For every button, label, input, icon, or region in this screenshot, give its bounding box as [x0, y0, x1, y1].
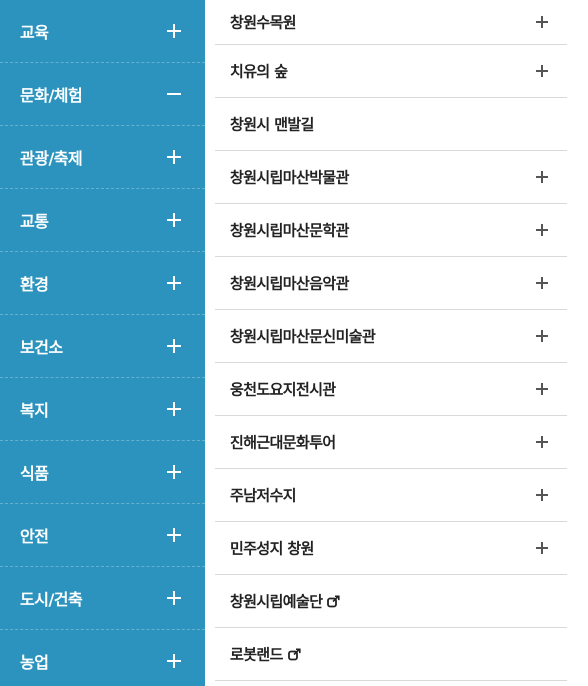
- submenu-label: 치유의 숲: [230, 62, 288, 81]
- category-label: 도시/건축: [20, 590, 83, 609]
- category-item-health-center[interactable]: 보건소: [0, 315, 205, 378]
- category-item-culture[interactable]: 문화/체험: [0, 63, 205, 126]
- category-item-urban-architecture[interactable]: 도시/건축: [0, 567, 205, 630]
- plus-icon[interactable]: [167, 402, 181, 416]
- submenu-item[interactable]: 주남저수지: [215, 469, 567, 522]
- category-label: 환경: [20, 275, 49, 294]
- category-item-tourism[interactable]: 관광/축제: [0, 126, 205, 189]
- submenu-label: 창원시립마산음악관: [230, 274, 349, 293]
- category-item-agriculture[interactable]: 농업: [0, 630, 205, 686]
- submenu-item[interactable]: 창원시립마산음악관: [215, 257, 567, 310]
- category-label: 식품: [20, 464, 49, 483]
- category-label: 보건소: [20, 338, 63, 357]
- plus-icon[interactable]: [536, 171, 548, 183]
- plus-icon[interactable]: [536, 277, 548, 289]
- plus-icon[interactable]: [167, 150, 181, 164]
- submenu-item[interactable]: 민주성지 창원: [215, 522, 567, 575]
- plus-icon[interactable]: [536, 436, 548, 448]
- plus-icon[interactable]: [536, 16, 548, 28]
- plus-icon[interactable]: [167, 654, 181, 668]
- external-link-icon: [287, 648, 301, 660]
- category-label: 관광/축제: [20, 149, 83, 168]
- category-label: 교통: [20, 212, 49, 231]
- submenu-culture: 창원수목원 치유의 숲 창원시 맨발길 창원시립마산박물관 창원시립마산문학관 …: [215, 0, 567, 681]
- category-label: 안전: [20, 527, 49, 546]
- plus-icon[interactable]: [536, 65, 548, 77]
- minus-icon[interactable]: [167, 87, 181, 101]
- submenu-label-wrap: 창원시립예술단: [230, 591, 341, 612]
- plus-icon[interactable]: [167, 276, 181, 290]
- category-label: 교육: [20, 23, 49, 42]
- plus-icon[interactable]: [536, 383, 548, 395]
- submenu-label: 로봇랜드: [230, 645, 283, 664]
- submenu-label: 웅천도요지전시관: [230, 380, 336, 399]
- submenu-label: 진해근대문화투어: [230, 433, 336, 452]
- submenu-item-external[interactable]: 창원시립예술단: [215, 575, 567, 628]
- plus-icon[interactable]: [536, 542, 548, 554]
- plus-icon[interactable]: [167, 465, 181, 479]
- submenu-label: 창원시립예술단: [230, 592, 323, 611]
- category-item-traffic[interactable]: 교통: [0, 189, 205, 252]
- submenu-label: 창원수목원: [230, 13, 297, 32]
- category-label: 복지: [20, 401, 49, 420]
- submenu-item[interactable]: 치유의 숲: [215, 45, 567, 98]
- category-label: 문화/체험: [20, 86, 83, 105]
- submenu-item[interactable]: 진해근대문화투어: [215, 416, 567, 469]
- submenu-item-external[interactable]: 로봇랜드: [215, 628, 567, 681]
- category-item-environment[interactable]: 환경: [0, 252, 205, 315]
- submenu-label: 창원시 맨발길: [230, 115, 314, 134]
- submenu-label: 창원시립마산박물관: [230, 168, 349, 187]
- category-menu: 교육 문화/체험 관광/축제 교통 환경 보건소 복지 식품 안전 도시/건축 …: [0, 0, 205, 686]
- plus-icon[interactable]: [167, 528, 181, 542]
- submenu-label-wrap: 로봇랜드: [230, 644, 301, 665]
- plus-icon[interactable]: [536, 489, 548, 501]
- submenu-label: 주남저수지: [230, 486, 297, 505]
- category-item-safety[interactable]: 안전: [0, 504, 205, 567]
- submenu-item[interactable]: 창원시립마산박물관: [215, 151, 567, 204]
- plus-icon[interactable]: [167, 339, 181, 353]
- plus-icon[interactable]: [536, 330, 548, 342]
- submenu-label: 창원시립마산문신미술관: [230, 327, 376, 346]
- submenu-item[interactable]: 창원시립마산문신미술관: [215, 310, 567, 363]
- submenu-item[interactable]: 창원시 맨발길: [215, 98, 567, 151]
- submenu-label: 민주성지 창원: [230, 539, 314, 558]
- category-label: 농업: [20, 653, 49, 672]
- category-item-food[interactable]: 식품: [0, 441, 205, 504]
- category-item-welfare[interactable]: 복지: [0, 378, 205, 441]
- external-link-icon: [327, 595, 341, 607]
- plus-icon[interactable]: [536, 224, 548, 236]
- plus-icon[interactable]: [167, 24, 181, 38]
- submenu-item[interactable]: 웅천도요지전시관: [215, 363, 567, 416]
- plus-icon[interactable]: [167, 213, 181, 227]
- submenu-item[interactable]: 창원수목원: [215, 0, 567, 45]
- category-item-education[interactable]: 교육: [0, 0, 205, 63]
- plus-icon[interactable]: [167, 591, 181, 605]
- submenu-item[interactable]: 창원시립마산문학관: [215, 204, 567, 257]
- submenu-label: 창원시립마산문학관: [230, 221, 349, 240]
